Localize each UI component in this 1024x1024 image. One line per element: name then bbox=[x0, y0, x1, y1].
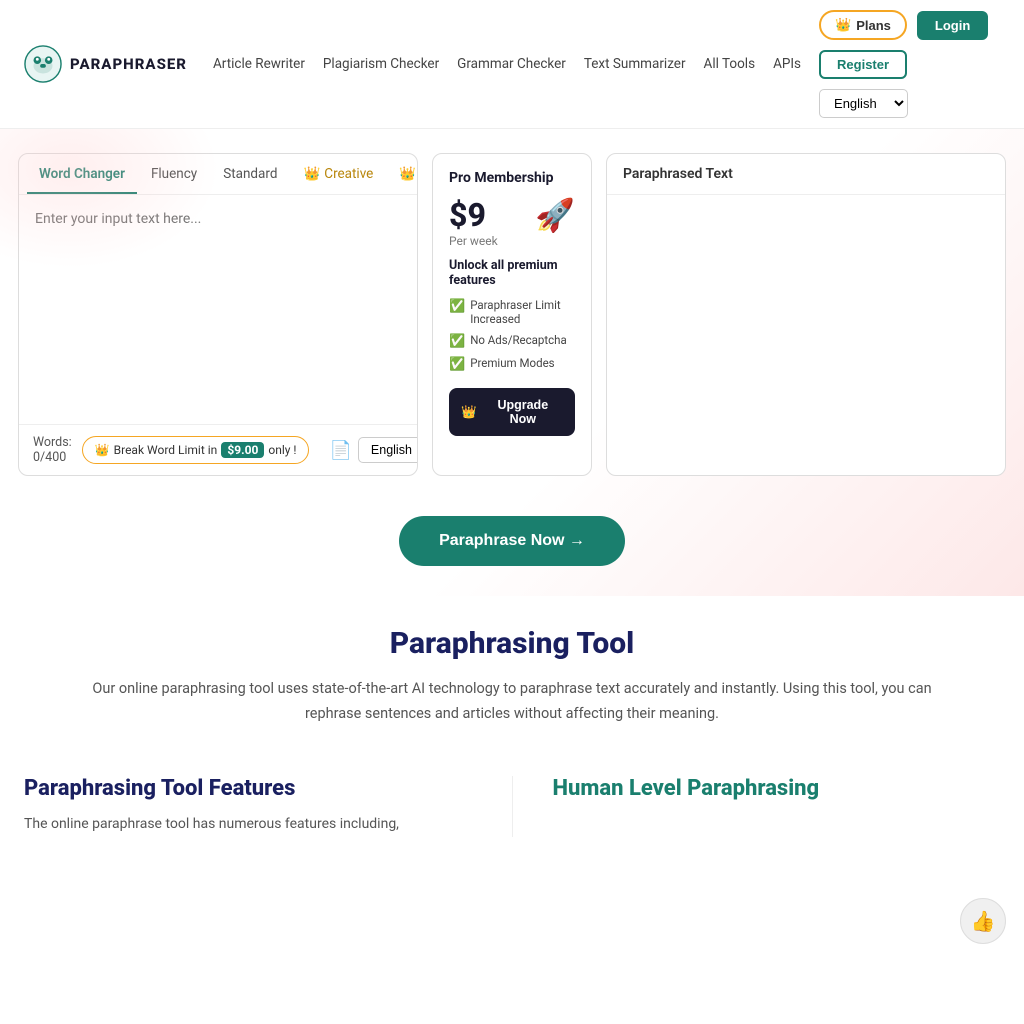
paraphrase-label: Paraphrase Now → bbox=[439, 532, 585, 550]
tab-creative-icon: 👑 bbox=[303, 166, 320, 182]
word-limit-text: Break Word Limit in bbox=[114, 443, 218, 457]
pro-feature-1: ✅ Paraphraser Limit Increased bbox=[449, 298, 575, 326]
word-label: Words: bbox=[33, 435, 72, 450]
tool-container: Word Changer Fluency Standard 👑 Creative… bbox=[0, 129, 1024, 492]
document-icon[interactable]: 📄 bbox=[329, 440, 351, 461]
nav-apis[interactable]: APIs bbox=[773, 56, 801, 72]
feature-check-icon-1: ✅ bbox=[449, 299, 465, 314]
nav-all-tools[interactable]: All Tools bbox=[704, 56, 756, 72]
logo-link[interactable]: PARAPHRASER bbox=[24, 45, 187, 83]
pro-unlock: Unlock all premium features bbox=[449, 258, 575, 288]
nav-article-rewriter[interactable]: Article Rewriter bbox=[213, 56, 305, 72]
tab-smarter[interactable]: 👑 Smarter bbox=[387, 154, 418, 194]
input-footer: Words: 0/400 👑 Break Word Limit in $9.00… bbox=[19, 424, 417, 475]
info-title: Paraphrasing Tool bbox=[86, 626, 938, 661]
tab-word-changer[interactable]: Word Changer bbox=[27, 154, 137, 194]
info-desc: Our online paraphrasing tool uses state-… bbox=[86, 677, 938, 726]
thumbs-up-button[interactable]: 👍 bbox=[960, 898, 1006, 944]
word-limit-price: $9.00 bbox=[221, 442, 264, 458]
pro-features: ✅ Paraphraser Limit Increased ✅ No Ads/R… bbox=[449, 298, 575, 372]
nav-grammar[interactable]: Grammar Checker bbox=[457, 56, 566, 72]
footer-language-selector[interactable]: English Spanish bbox=[358, 437, 418, 463]
features-left: Paraphrasing Tool Features The online pa… bbox=[24, 776, 472, 837]
nav-plagiarism[interactable]: Plagiarism Checker bbox=[323, 56, 439, 72]
word-limit-badge[interactable]: 👑 Break Word Limit in $9.00 only ! bbox=[82, 436, 310, 464]
pro-price-row: $9 🚀 bbox=[449, 196, 575, 234]
word-count: Words: 0/400 bbox=[33, 435, 72, 465]
pro-feature-label-2: No Ads/Recaptcha bbox=[470, 333, 567, 347]
language-selector[interactable]: English Spanish French bbox=[819, 89, 908, 118]
logo-icon bbox=[24, 45, 62, 83]
plans-button[interactable]: 👑 Plans bbox=[819, 10, 907, 40]
nav-links: Article Rewriter Plagiarism Checker Gram… bbox=[213, 56, 801, 72]
login-button[interactable]: Login bbox=[917, 11, 988, 40]
features-right-title: Human Level Paraphrasing bbox=[553, 776, 1001, 801]
upgrade-button[interactable]: 👑 Upgrade Now bbox=[449, 388, 575, 436]
tabs-row: Word Changer Fluency Standard 👑 Creative… bbox=[19, 154, 417, 195]
tab-word-changer-label: Word Changer bbox=[39, 166, 125, 182]
thumbs-up-icon: 👍 bbox=[971, 909, 996, 933]
pro-price: $9 bbox=[449, 196, 486, 234]
rocket-icon: 🚀 bbox=[535, 196, 575, 234]
feature-check-icon-2: ✅ bbox=[449, 334, 465, 349]
nav-right: 👑 Plans Login Register English Spanish F… bbox=[819, 10, 1000, 118]
nav-summarizer[interactable]: Text Summarizer bbox=[584, 56, 686, 72]
pro-feature-3: ✅ Premium Modes bbox=[449, 356, 575, 372]
tab-standard[interactable]: Standard bbox=[211, 154, 289, 194]
hero-background: Word Changer Fluency Standard 👑 Creative… bbox=[0, 129, 1024, 596]
navbar: PARAPHRASER Article Rewriter Plagiarism … bbox=[0, 0, 1024, 129]
input-panel: Word Changer Fluency Standard 👑 Creative… bbox=[18, 153, 418, 476]
features-left-desc: The online paraphrase tool has numerous … bbox=[24, 813, 472, 837]
word-limit-crown-icon: 👑 bbox=[95, 443, 110, 457]
pro-feature-label-1: Paraphraser Limit Increased bbox=[470, 298, 575, 326]
pro-feature-label-3: Premium Modes bbox=[470, 356, 554, 370]
features-divider bbox=[512, 776, 513, 837]
plans-label: Plans bbox=[856, 18, 891, 33]
word-limit-suffix: only ! bbox=[268, 443, 296, 457]
pro-title: Pro Membership bbox=[449, 170, 553, 186]
tab-creative[interactable]: 👑 Creative bbox=[291, 154, 385, 194]
register-button[interactable]: Register bbox=[819, 50, 907, 79]
upgrade-crown-icon: 👑 bbox=[461, 405, 477, 420]
cta-row: Paraphrase Now → bbox=[0, 492, 1024, 576]
plans-crown-icon: 👑 bbox=[835, 17, 851, 33]
upgrade-label: Upgrade Now bbox=[483, 398, 563, 426]
features-section: Paraphrasing Tool Features The online pa… bbox=[0, 746, 1024, 867]
features-left-title: Paraphrasing Tool Features bbox=[24, 776, 472, 801]
output-header: Paraphrased Text bbox=[607, 154, 1005, 195]
pro-feature-2: ✅ No Ads/Recaptcha bbox=[449, 333, 575, 349]
features-right: Human Level Paraphrasing bbox=[553, 776, 1001, 837]
tab-smarter-icon: 👑 bbox=[399, 166, 416, 182]
input-textarea[interactable] bbox=[19, 195, 417, 424]
pro-panel: Pro Membership $9 🚀 Per week Unlock all … bbox=[432, 153, 592, 476]
logo-text: PARAPHRASER bbox=[70, 55, 187, 73]
word-count-value: 0/400 bbox=[33, 450, 72, 465]
tab-fluency[interactable]: Fluency bbox=[139, 154, 209, 194]
output-panel: Paraphrased Text bbox=[606, 153, 1006, 476]
paraphrase-button[interactable]: Paraphrase Now → bbox=[399, 516, 625, 566]
feature-check-icon-3: ✅ bbox=[449, 357, 465, 372]
info-section: Paraphrasing Tool Our online paraphrasin… bbox=[62, 596, 962, 746]
tab-standard-label: Standard bbox=[223, 166, 277, 182]
footer-icons: 📄 English Spanish ⇅ bbox=[329, 437, 418, 463]
pro-period: Per week bbox=[449, 234, 498, 248]
tab-fluency-label: Fluency bbox=[151, 166, 197, 182]
tab-creative-label: Creative bbox=[324, 166, 373, 182]
output-body bbox=[607, 195, 1005, 475]
